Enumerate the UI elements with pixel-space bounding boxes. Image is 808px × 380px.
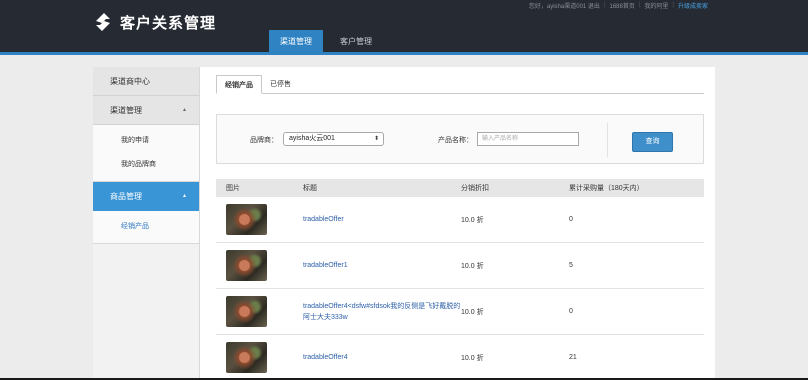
sidebar-sublist: 经销产品: [93, 211, 199, 244]
sidebar-section-product-mgmt[interactable]: 商品管理 ▲: [93, 182, 199, 211]
table-header: 图片 标题 分销折扣 累计采购量（180天内）: [216, 179, 704, 197]
purchases-cell: 0: [569, 216, 573, 223]
purchases-cell: 5: [569, 262, 573, 269]
sidebar-item-my-brands[interactable]: 我的品牌商: [93, 153, 199, 177]
purchases-cell: 0: [569, 308, 573, 315]
sidebar-sublist: 我的申请 我的品牌商: [93, 125, 199, 182]
content-tabs: 经销产品 已停售: [216, 75, 704, 94]
product-title-link[interactable]: tradableOffer: [303, 216, 344, 223]
product-name-label: 产品名称：: [438, 137, 473, 144]
nav-tab-channel[interactable]: 渠道管理: [269, 30, 323, 53]
column-header-purchases: 累计采购量（180天内）: [569, 185, 644, 192]
app-title: 客户关系管理: [120, 14, 217, 32]
purchases-cell: 21: [569, 354, 577, 361]
discount-cell: 10.0 折: [461, 354, 484, 362]
greeting-text[interactable]: 您好，ayisha渠道001 退出: [529, 1, 600, 10]
app-logo[interactable]: 客户关系管理: [92, 11, 216, 33]
products-table: 图片 标题 分销折扣 累计采购量（180天内） tradableOffer 10…: [216, 179, 704, 380]
table-row: tradableOffer 10.0 折 0: [216, 197, 704, 243]
product-title-link[interactable]: tradableOffer4: [303, 354, 348, 361]
discount-cell: 10.0 折: [461, 216, 484, 224]
main-content: 经销产品 已停售 品牌商： ayisha火云001 ⬍ 产品名称： 输入产品名称…: [200, 67, 715, 380]
divider: |: [603, 2, 606, 8]
product-title-link[interactable]: tradableOffer1: [303, 262, 348, 269]
product-thumbnail[interactable]: [226, 250, 267, 281]
sidebar-section-label: 商品管理: [110, 192, 142, 201]
product-title-link[interactable]: tradableOffer4<dsfw#sfdsok我的反侧是飞好戴脱的阿士大夫…: [303, 303, 460, 321]
upgrade-link[interactable]: 升级成卖家: [678, 1, 708, 10]
product-thumbnail[interactable]: [226, 296, 267, 327]
home-link[interactable]: 1688首页: [609, 1, 634, 10]
table-row: tradableOffer4 10.0 折 21: [216, 335, 704, 380]
select-arrows-icon: ⬍: [373, 136, 379, 142]
sidebar-section-label: 渠道管理: [110, 106, 142, 115]
top-links: 您好，ayisha渠道001 退出 | 1688首页 | 我的阿里 | 升级成卖…: [529, 0, 708, 10]
discount-cell: 10.0 折: [461, 308, 484, 316]
column-header-discount: 分销折扣: [461, 185, 489, 192]
filter-panel: 品牌商： ayisha火云001 ⬍ 产品名称： 输入产品名称 查询: [216, 114, 704, 164]
product-thumbnail[interactable]: [226, 204, 267, 235]
product-thumbnail[interactable]: [226, 342, 267, 373]
tab-discontinued[interactable]: 已停售: [262, 75, 299, 94]
sidebar: 渠道商中心 渠道管理 ▲ 我的申请 我的品牌商 商品管理 ▲ 经销产品: [93, 67, 200, 380]
caret-up-icon: ▲: [182, 193, 187, 199]
sidebar-section-channel-mgmt[interactable]: 渠道管理 ▲: [93, 96, 199, 125]
header-accent-line: [0, 52, 808, 55]
sidebar-item-channel-center[interactable]: 渠道商中心: [93, 67, 199, 96]
main-nav: 渠道管理 客户管理: [269, 30, 389, 53]
caret-up-icon: ▲: [182, 107, 187, 113]
product-name-input[interactable]: 输入产品名称: [477, 132, 579, 146]
table-row: tradableOffer4<dsfw#sfdsok我的反侧是飞好戴脱的阿士大夫…: [216, 289, 704, 335]
logo-icon: [96, 13, 110, 31]
divider: [607, 123, 608, 157]
sidebar-item-distributed-products[interactable]: 经销产品: [93, 215, 199, 239]
my-ali-link[interactable]: 我的阿里: [644, 1, 668, 10]
top-header: 客户关系管理 您好，ayisha渠道001 退出 | 1688首页 | 我的阿里…: [0, 0, 808, 54]
sidebar-item-my-applications[interactable]: 我的申请: [93, 129, 199, 153]
tab-distributed[interactable]: 经销产品: [216, 75, 262, 94]
brand-select-value: ayisha火云001: [289, 135, 335, 142]
column-header-title: 标题: [303, 185, 317, 192]
discount-cell: 10.0 折: [461, 262, 484, 270]
divider: |: [638, 2, 641, 8]
search-button[interactable]: 查询: [632, 132, 673, 152]
brand-label: 品牌商：: [250, 137, 278, 144]
nav-tab-customer[interactable]: 客户管理: [329, 30, 383, 53]
column-header-image: 图片: [226, 185, 240, 192]
table-row: tradableOffer1 10.0 折 5: [216, 243, 704, 289]
divider: |: [672, 2, 674, 8]
brand-select[interactable]: ayisha火云001 ⬍: [283, 132, 384, 146]
